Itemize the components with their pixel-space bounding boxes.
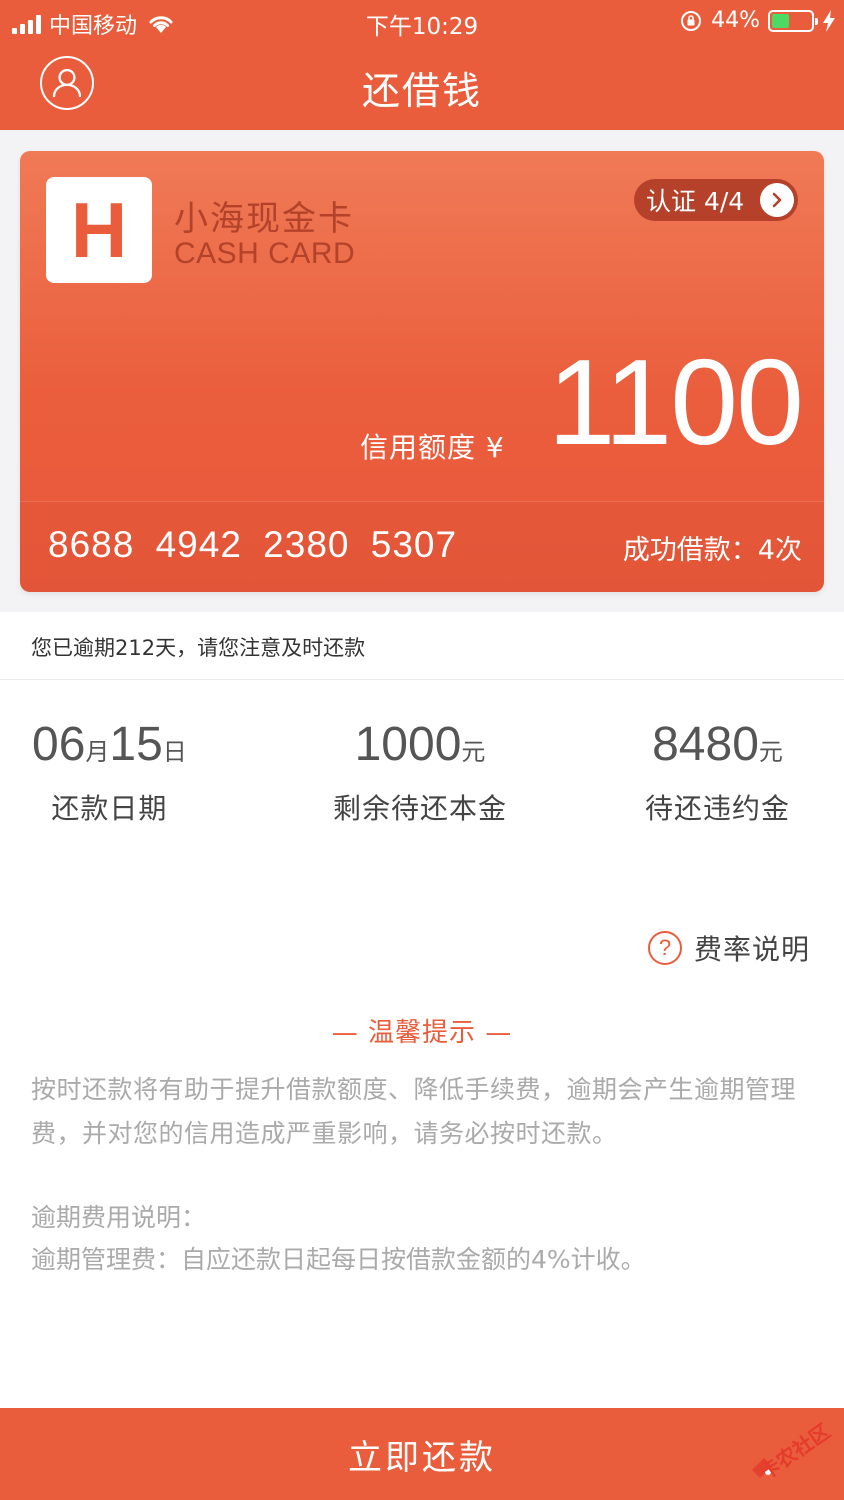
tips-title: — 温馨提示 —	[331, 1018, 513, 1048]
card-name: 小海现金卡	[174, 199, 354, 239]
penalty-amount: 8480	[652, 718, 759, 771]
cash-card[interactable]: H 小海现金卡 CASH CARD 认证 4/4 信用额度 ¥ 1100 868…	[20, 151, 824, 592]
due-day: 15	[109, 718, 163, 771]
repay-now-button[interactable]: 立即还款	[0, 1408, 844, 1500]
overdue-fee-title: 逾期费用说明：	[31, 1203, 207, 1232]
principal-unit: 元	[461, 739, 486, 766]
rotation-lock-icon	[681, 10, 702, 31]
status-bar: 中国移动 下午10:29 44%	[0, 0, 844, 42]
card-number: 8688 4942 2380 5307	[48, 524, 458, 565]
stat-principal: 1000元 剩余待还本金	[333, 721, 507, 827]
due-month: 06	[32, 718, 86, 771]
card-footer: 8688 4942 2380 5307 成功借款：4次	[20, 501, 824, 592]
logo-letter: H	[70, 185, 128, 274]
penalty-unit: 元	[758, 739, 783, 766]
repayment-stats: 06月15日 还款日期 1000元 剩余待还本金 8480元 待还违约金	[0, 681, 844, 861]
due-date-label: 还款日期	[51, 792, 168, 825]
card-logo: H	[46, 177, 152, 283]
screen: 中国移动 下午10:29 44% 还借钱 H 小海现金卡 CASH CARD 认…	[0, 0, 844, 1500]
header: 中国移动 下午10:29 44% 还借钱	[0, 0, 844, 130]
overdue-notice-text: 您已逾期212天，请您注意及时还款	[31, 636, 366, 660]
tips-body: 按时还款将有助于提升借款额度、降低手续费，逾期会产生逾期管理费，并对您的信用造成…	[31, 1075, 797, 1148]
stat-penalty: 8480元 待还违约金	[645, 721, 790, 827]
nav-bar: 还借钱	[0, 42, 844, 130]
overdue-fee-desc: 逾期管理费：自应还款日起每日按借款金额的4%计收。	[31, 1245, 646, 1274]
loan-count: 成功借款：4次	[622, 535, 802, 566]
battery-percent: 44%	[711, 8, 760, 33]
chevron-right-icon	[760, 183, 794, 217]
page-title: 还借钱	[361, 69, 482, 113]
principal-value: 1000元	[333, 721, 507, 769]
principal-label: 剩余待还本金	[333, 792, 508, 825]
overdue-notice: 您已逾期212天，请您注意及时还款	[0, 612, 844, 680]
penalty-label: 待还违约金	[645, 792, 791, 825]
principal-amount: 1000	[354, 718, 462, 771]
verify-button[interactable]: 认证 4/4	[634, 179, 798, 221]
question-icon: ?	[647, 931, 682, 965]
battery-icon	[768, 9, 818, 32]
charging-icon	[823, 9, 835, 32]
card-name-en: CASH CARD	[174, 237, 356, 270]
due-date-value: 06月15日	[32, 721, 187, 769]
rate-info-label: 费率说明	[693, 933, 810, 966]
card-area: H 小海现金卡 CASH CARD 认证 4/4 信用额度 ¥ 1100 868…	[0, 130, 844, 612]
status-right: 44%	[679, 8, 836, 33]
stat-due-date: 06月15日 还款日期	[32, 721, 187, 827]
verify-label: 认证 4/4	[646, 187, 745, 216]
rate-info-link[interactable]: ? 费率说明	[647, 928, 810, 968]
penalty-value: 8480元	[645, 721, 790, 769]
repay-now-label: 立即还款	[348, 1437, 496, 1478]
battery-cap	[815, 17, 818, 25]
due-month-unit: 月	[85, 739, 110, 766]
credit-label: 信用额度 ¥	[360, 431, 505, 464]
battery-fill	[772, 13, 789, 28]
credit-amount: 1100	[547, 334, 804, 470]
due-day-unit: 日	[162, 739, 187, 766]
